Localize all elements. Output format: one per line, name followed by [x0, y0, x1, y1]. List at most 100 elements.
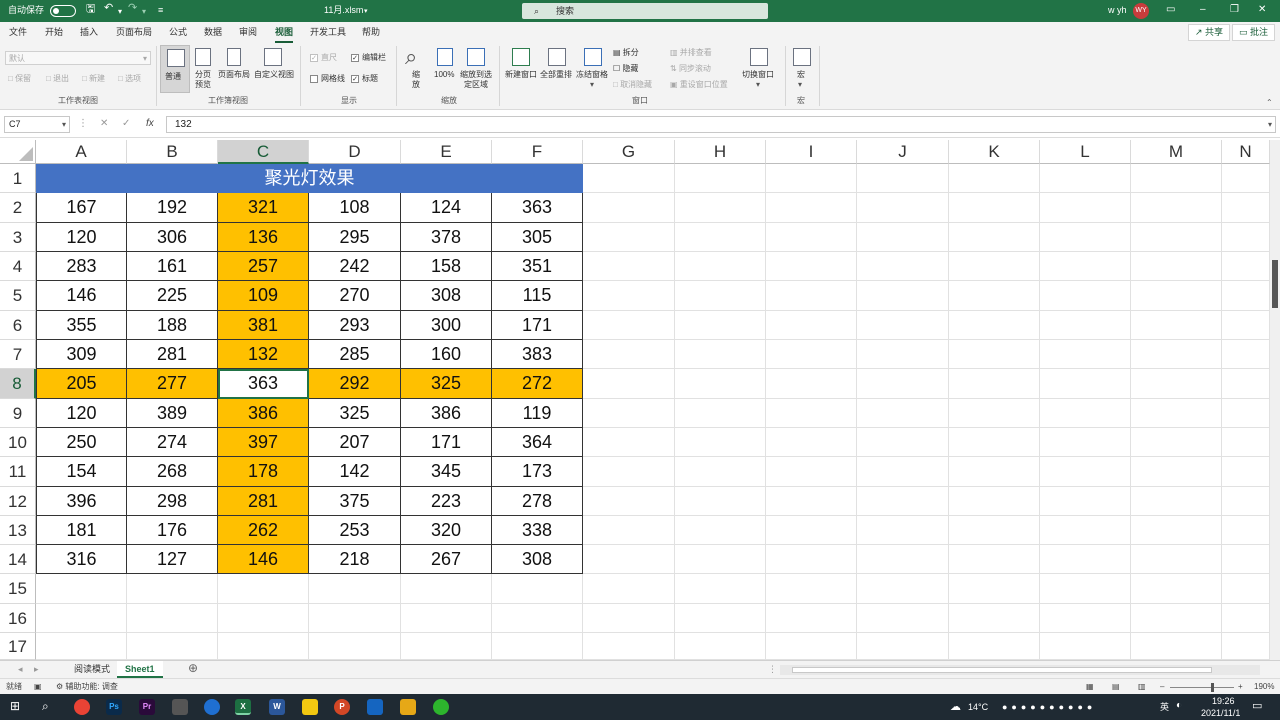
tray-icons[interactable]: ●●●●●●●●●● — [1002, 701, 1096, 713]
cell-a8[interactable]: 205 — [36, 369, 127, 399]
weather-temp[interactable]: 14°C — [968, 701, 988, 713]
user-name[interactable]: w yh — [1108, 4, 1127, 17]
autosave-toggle[interactable] — [50, 5, 76, 17]
row-header-14[interactable]: 14 — [0, 545, 36, 574]
row-header-15[interactable]: 15 — [0, 574, 36, 604]
row-header-9[interactable]: 9 — [0, 399, 36, 428]
enter-icon[interactable]: ✓ — [122, 117, 130, 131]
browser-icon[interactable] — [204, 699, 220, 715]
cell-c2[interactable]: 321 — [218, 193, 309, 223]
cell-d6[interactable]: 293 — [309, 311, 401, 340]
clock-date[interactable]: 2021/11/1 — [1201, 707, 1240, 719]
expand-formula-bar-icon[interactable]: ▾ — [1268, 117, 1272, 132]
cell-e6[interactable]: 300 — [401, 311, 492, 340]
zoom-button[interactable]: 缩放 — [412, 70, 420, 90]
row-header-3[interactable]: 3 — [0, 223, 36, 252]
tab-insert[interactable]: 插入 — [80, 26, 98, 39]
cell-d9[interactable]: 325 — [309, 399, 401, 428]
tab-file[interactable]: 文件 — [9, 26, 27, 39]
cell-c7[interactable]: 132 — [218, 340, 309, 369]
normal-view-icon[interactable]: ▦ — [1086, 681, 1094, 692]
cell-b5[interactable]: 225 — [127, 281, 218, 311]
row-header-10[interactable]: 10 — [0, 428, 36, 457]
vertical-scroll-thumb[interactable] — [1272, 260, 1278, 308]
name-box[interactable]: C7 ▾ — [4, 116, 70, 133]
column-header-d[interactable]: D — [309, 140, 401, 164]
horizontal-scrollbar[interactable] — [780, 665, 1260, 675]
zoom-to-selection-button[interactable]: 缩放到选定区域 — [459, 70, 493, 90]
cell-e2[interactable]: 124 — [401, 193, 492, 223]
tab-data[interactable]: 数据 — [204, 26, 222, 39]
cell-c4[interactable]: 257 — [218, 252, 309, 281]
row-header-16[interactable]: 16 — [0, 604, 36, 633]
row-header-13[interactable]: 13 — [0, 516, 36, 545]
cell-d13[interactable]: 253 — [309, 516, 401, 545]
unhide-button[interactable]: □ 取消隐藏 — [613, 80, 652, 90]
gridlines-checkbox[interactable] — [310, 75, 318, 83]
row-header-4[interactable]: 4 — [0, 252, 36, 281]
cancel-icon[interactable]: ✕ — [100, 117, 108, 131]
zoom-in-icon[interactable]: + — [1238, 681, 1243, 692]
view-side-by-side-button[interactable]: ▥ 并排查看 — [670, 48, 712, 58]
column-header-e[interactable]: E — [401, 140, 492, 164]
column-header-i[interactable]: I — [766, 140, 857, 164]
cell-f13[interactable]: 338 — [492, 516, 583, 545]
cell-b9[interactable]: 389 — [127, 399, 218, 428]
column-header-f[interactable]: F — [492, 140, 583, 164]
restore-icon[interactable]: ❐ — [1230, 3, 1239, 16]
cell-e13[interactable]: 320 — [401, 516, 492, 545]
new-window-button[interactable]: 新建窗口 — [505, 70, 537, 80]
input-language[interactable]: 英 — [1160, 701, 1169, 713]
comment-button[interactable]: ▭ 批注 — [1232, 24, 1276, 41]
zoom-100-button[interactable]: 100% — [434, 70, 454, 80]
title-dropdown-icon[interactable]: ▾ — [364, 5, 368, 18]
zoom-slider[interactable] — [1170, 683, 1234, 692]
tab-formulas[interactable]: 公式 — [169, 26, 187, 39]
cell-a4[interactable]: 283 — [36, 252, 127, 281]
undo-icon[interactable]: ↶ — [104, 2, 113, 15]
row-header-12[interactable]: 12 — [0, 487, 36, 516]
sheet-view-keep[interactable]: □ 保留 — [8, 74, 31, 84]
cell-a12[interactable]: 396 — [36, 487, 127, 516]
page-break-icon[interactable]: ▥ — [1138, 681, 1146, 692]
cell-d11[interactable]: 142 — [309, 457, 401, 487]
cell-d7[interactable]: 285 — [309, 340, 401, 369]
row-header-17[interactable]: 17 — [0, 633, 36, 660]
zoom-slider-thumb[interactable] — [1211, 683, 1214, 692]
cell-e14[interactable]: 267 — [401, 545, 492, 574]
cell-d14[interactable]: 218 — [309, 545, 401, 574]
cell-e3[interactable]: 378 — [401, 223, 492, 252]
cell-e8[interactable]: 325 — [401, 369, 492, 399]
cell-b6[interactable]: 188 — [127, 311, 218, 340]
search-box[interactable]: ⌕ 搜索 — [522, 3, 768, 19]
arrange-all-button[interactable]: 全部重排 — [540, 70, 572, 80]
avatar[interactable]: WY — [1133, 3, 1149, 19]
tab-help[interactable]: 帮助 — [362, 26, 380, 39]
cell-c5[interactable]: 109 — [218, 281, 309, 311]
cell-c11[interactable]: 178 — [218, 457, 309, 487]
column-header-l[interactable]: L — [1040, 140, 1131, 164]
clock-time[interactable]: 19:26 — [1212, 695, 1235, 707]
page-layout-icon[interactable]: ▤ — [1112, 681, 1120, 692]
word-icon[interactable]: W — [269, 699, 285, 715]
split-button[interactable]: ▤ 拆分 — [613, 48, 639, 58]
folder-icon[interactable] — [400, 699, 416, 715]
cell-c10[interactable]: 397 — [218, 428, 309, 457]
cell-a10[interactable]: 250 — [36, 428, 127, 457]
cell-f11[interactable]: 173 — [492, 457, 583, 487]
reset-window-position-button[interactable]: ▣ 重设窗口位置 — [670, 80, 728, 90]
next-sheet-icon[interactable]: ▸ — [26, 661, 47, 678]
cell-e5[interactable]: 308 — [401, 281, 492, 311]
cell-a9[interactable]: 120 — [36, 399, 127, 428]
cell-f8[interactable]: 272 — [492, 369, 583, 399]
cell-f4[interactable]: 351 — [492, 252, 583, 281]
horizontal-scroll-thumb[interactable] — [792, 667, 1212, 673]
column-header-k[interactable]: K — [949, 140, 1040, 164]
cell-a7[interactable]: 309 — [36, 340, 127, 369]
cell-c12[interactable]: 281 — [218, 487, 309, 516]
column-header-j[interactable]: J — [857, 140, 949, 164]
column-header-b[interactable]: B — [127, 140, 218, 164]
cell-f12[interactable]: 278 — [492, 487, 583, 516]
cell-a3[interactable]: 120 — [36, 223, 127, 252]
premiere-icon[interactable]: Pr — [139, 699, 155, 715]
